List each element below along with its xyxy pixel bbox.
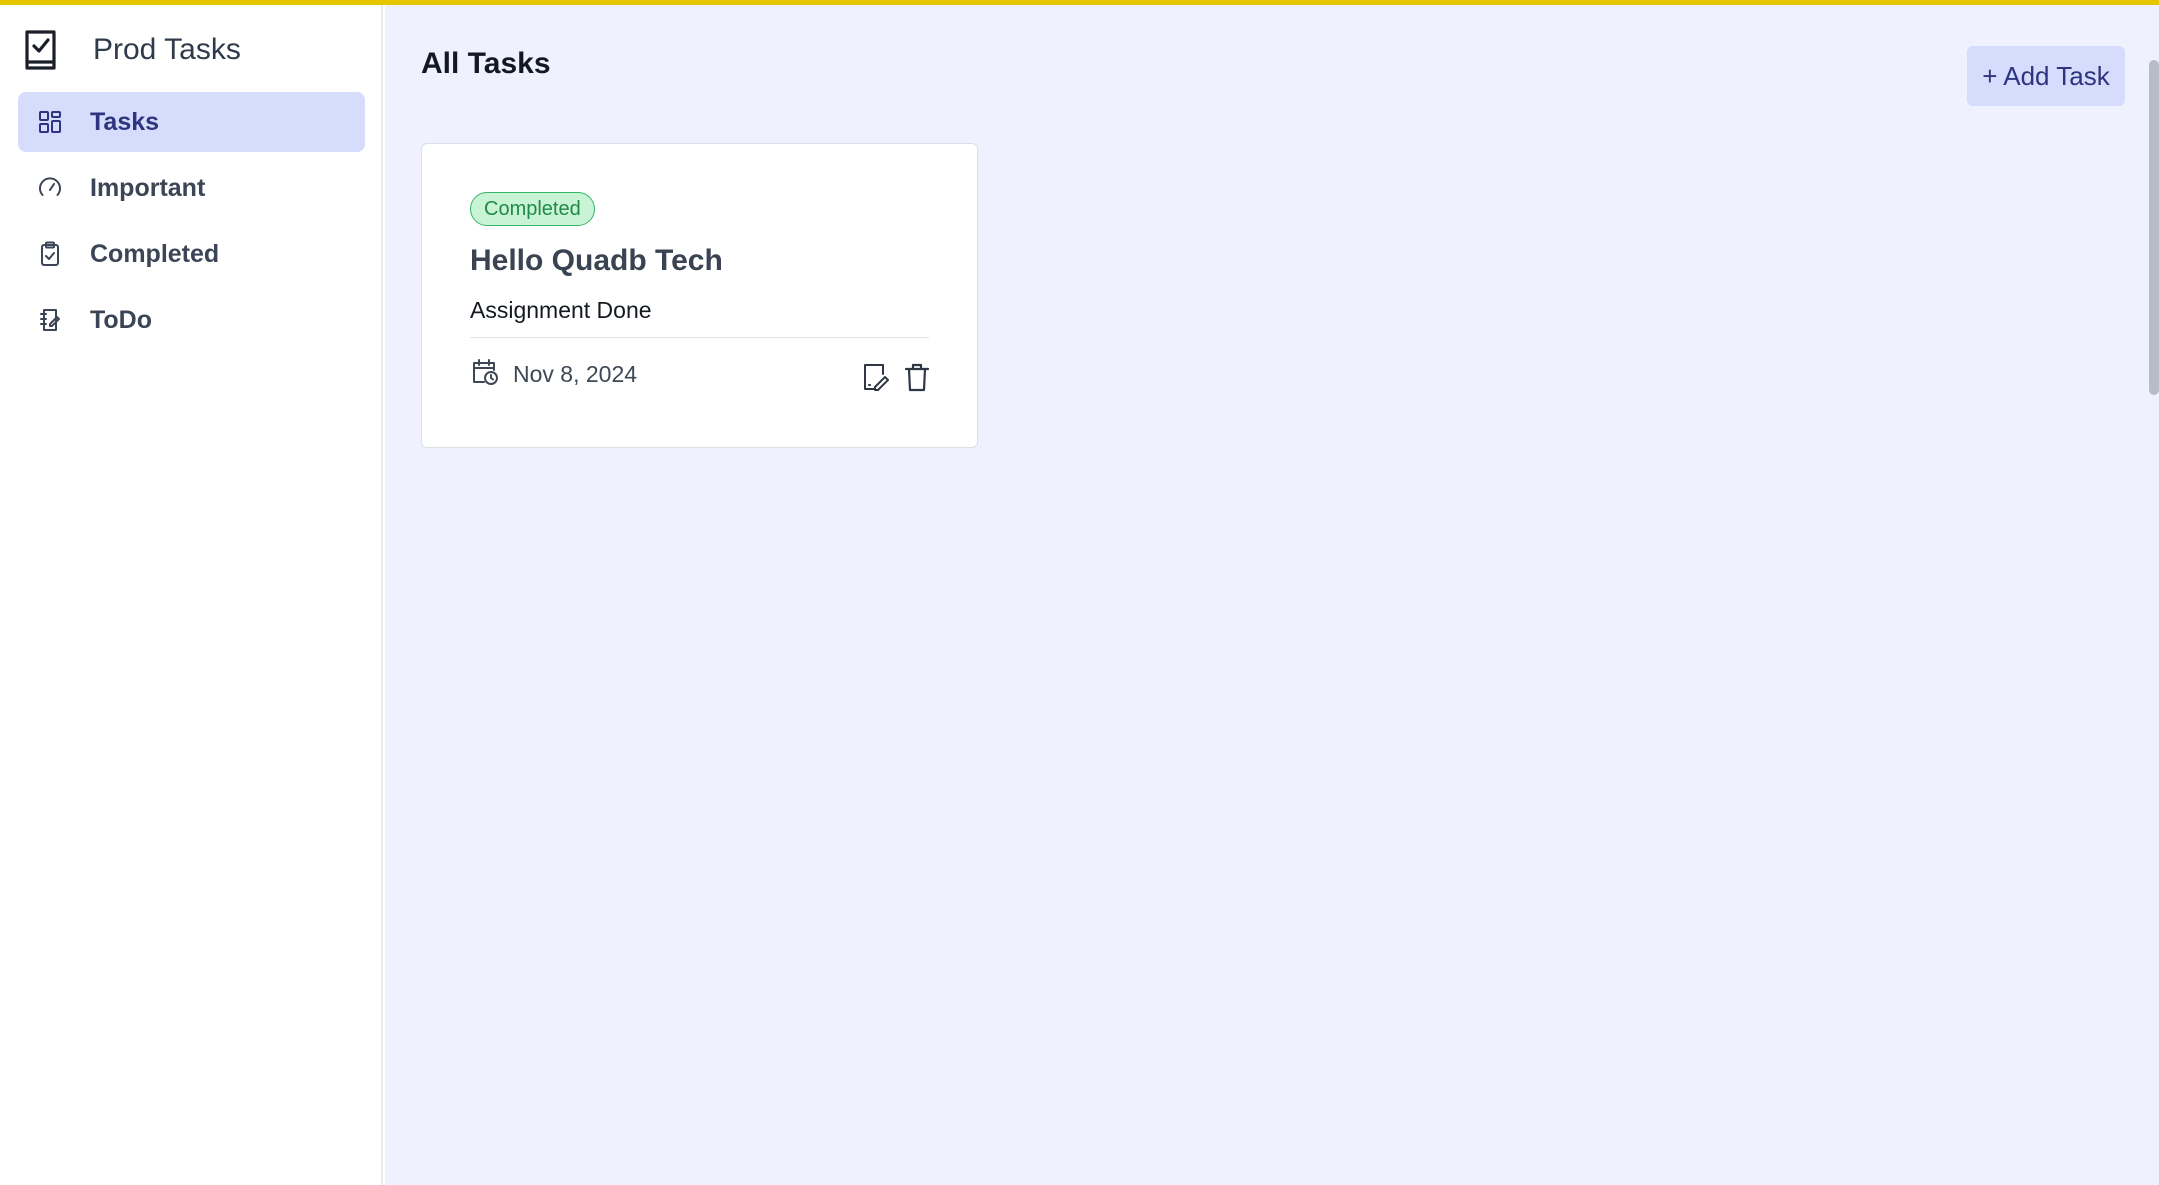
- task-date-label: Nov 8, 2024: [513, 360, 638, 387]
- task-list-icon: [22, 28, 60, 72]
- sidebar-item-important[interactable]: Important: [18, 158, 365, 218]
- calendar-clock-icon: [470, 357, 500, 392]
- grid-icon: [36, 108, 64, 136]
- brand: Prod Tasks: [22, 25, 241, 75]
- trash-icon[interactable]: [901, 359, 933, 395]
- task-card: Completed Hello Quadb Tech Assignment Do…: [421, 143, 978, 448]
- sidebar-item-label: Important: [90, 173, 206, 202]
- sidebar-nav: Tasks Important Completed ToDo: [18, 92, 365, 356]
- sidebar-item-label: Completed: [90, 239, 220, 268]
- app-root: Prod Tasks Tasks Important Completed ToD…: [0, 5, 2159, 1185]
- scrollbar[interactable]: [2149, 60, 2159, 395]
- sidebar-item-tasks[interactable]: Tasks: [18, 92, 365, 152]
- notebook-edit-icon: [36, 306, 64, 334]
- task-date: Nov 8, 2024: [470, 356, 637, 392]
- gauge-icon: [36, 174, 64, 202]
- sidebar-item-label: Tasks: [90, 107, 160, 136]
- page-title: All Tasks: [421, 47, 551, 80]
- sidebar-item-completed[interactable]: Completed: [18, 224, 365, 284]
- task-description: Assignment Done: [470, 297, 652, 323]
- sidebar-item-todo[interactable]: ToDo: [18, 290, 365, 350]
- edit-icon[interactable]: [859, 359, 891, 395]
- clipboard-check-icon: [36, 240, 64, 268]
- sidebar-item-label: ToDo: [90, 305, 153, 334]
- status-badge: Completed: [470, 192, 595, 226]
- app-title: Prod Tasks: [93, 33, 241, 66]
- task-title: Hello Quadb Tech: [470, 244, 723, 277]
- add-task-button[interactable]: + Add Task: [1967, 46, 2125, 106]
- task-actions: [859, 359, 933, 395]
- sidebar: Prod Tasks Tasks Important Completed ToD…: [0, 5, 383, 1185]
- main-content: All Tasks + Add Task Completed Hello Qua…: [385, 5, 2159, 1185]
- card-divider: [470, 337, 929, 338]
